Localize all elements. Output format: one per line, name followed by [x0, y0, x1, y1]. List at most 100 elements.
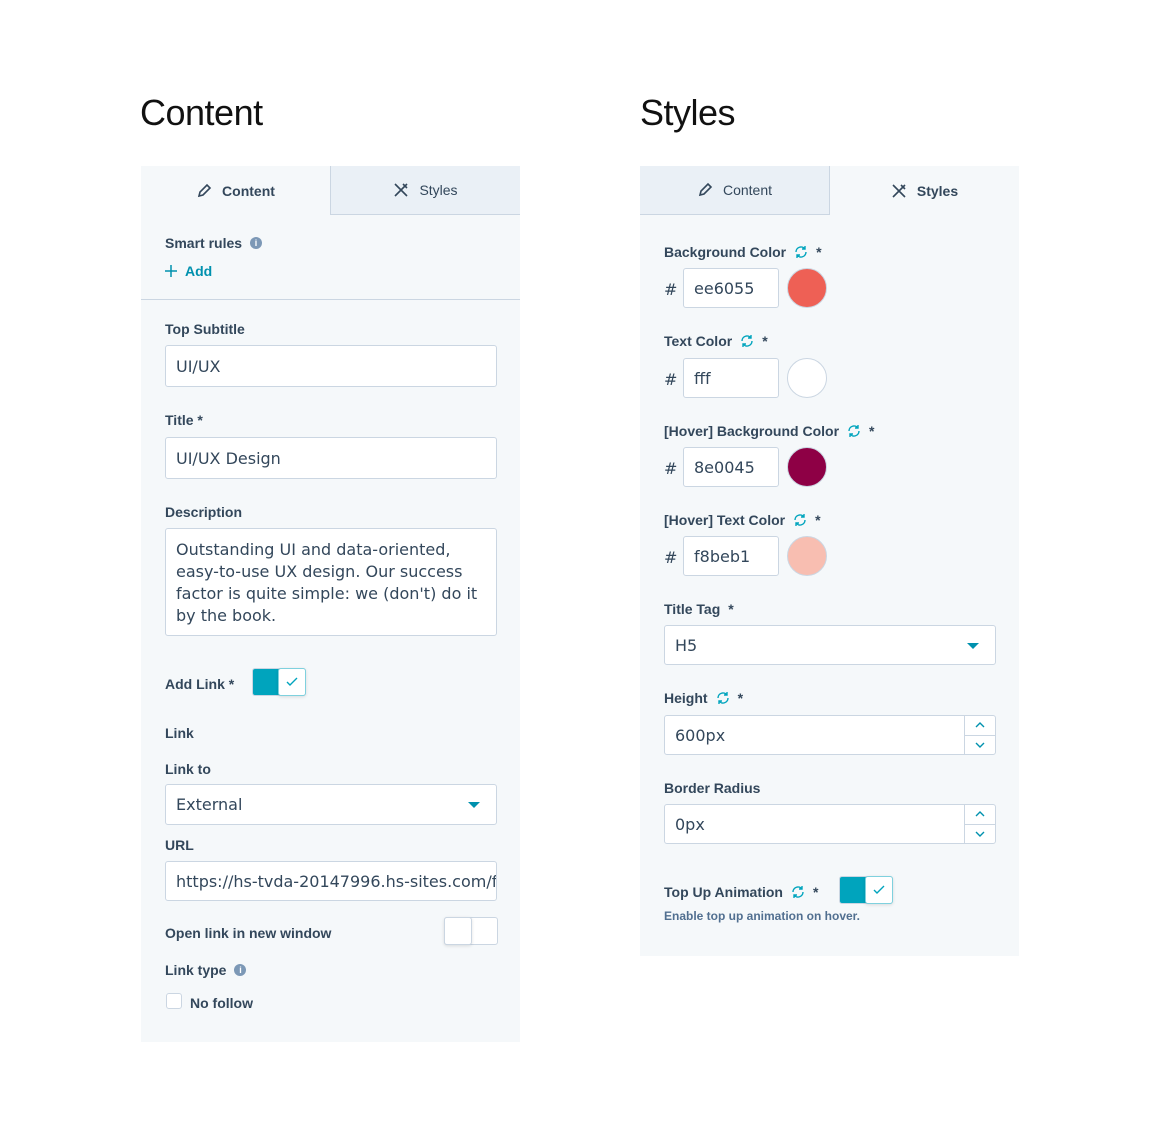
- link-to-select[interactable]: External: [165, 784, 497, 825]
- background-color-swatch[interactable]: [787, 268, 827, 308]
- title-label: Title *: [165, 412, 203, 428]
- toggle-knob: [865, 876, 893, 904]
- hover-background-color-text: [Hover] Background Color: [664, 423, 840, 439]
- content-heading: Content: [140, 92, 263, 133]
- text-color-input[interactable]: fff: [683, 358, 779, 398]
- tab-styles-label: Styles: [916, 182, 959, 199]
- tab-content-label: Content: [222, 182, 275, 199]
- pencil-icon: [197, 183, 212, 197]
- required-mark: *: [728, 601, 734, 617]
- top-up-animation-text: Top Up Animation: [664, 884, 783, 900]
- check-icon: [286, 677, 298, 686]
- title-tag-value: H5: [675, 635, 698, 655]
- open-new-window-label: Open link in new window: [165, 925, 332, 941]
- tab-styles[interactable]: Styles: [330, 166, 520, 215]
- hover-background-color-input[interactable]: 8e0045: [683, 447, 779, 487]
- title-input[interactable]: UI/UX Design: [165, 437, 497, 479]
- height-label: Height *: [664, 690, 743, 706]
- styles-panel: Content Styles Background Color * # ee60…: [640, 166, 1019, 956]
- styles-heading: Styles: [640, 92, 736, 133]
- chevron-down-icon[interactable]: [965, 736, 995, 755]
- add-link-label: Add Link *: [165, 676, 235, 692]
- text-color-label: Text Color *: [664, 333, 768, 349]
- chevron-up-icon[interactable]: [965, 716, 995, 736]
- tab-bar: Content Styles: [141, 166, 520, 215]
- hash-prefix: #: [664, 548, 678, 567]
- add-smart-rule-button[interactable]: Add: [165, 263, 212, 279]
- sync-icon[interactable]: [794, 245, 808, 259]
- open-new-window-toggle[interactable]: [444, 917, 498, 945]
- required-mark: *: [762, 333, 768, 349]
- add-label: Add: [185, 263, 213, 279]
- info-icon[interactable]: i: [250, 237, 263, 249]
- pencil-icon: [698, 182, 713, 197]
- caret-down-icon: [967, 643, 979, 649]
- title-tag-select[interactable]: H5: [664, 625, 996, 665]
- hover-text-color-label: [Hover] Text Color *: [664, 512, 821, 528]
- add-link-toggle[interactable]: [252, 668, 306, 696]
- link-type-text: Link type: [165, 962, 227, 978]
- chevron-up-icon[interactable]: [965, 805, 995, 825]
- top-up-animation-help: Enable top up animation on hover.: [664, 909, 861, 923]
- hover-text-color-swatch[interactable]: [787, 536, 827, 576]
- description-label: Description: [165, 504, 243, 520]
- hover-background-color-swatch[interactable]: [787, 447, 827, 487]
- tab-styles[interactable]: Styles: [830, 166, 1019, 215]
- url-label: URL: [165, 837, 194, 853]
- required-mark: *: [816, 244, 822, 260]
- background-color-input[interactable]: ee6055: [683, 268, 779, 308]
- smart-rules-text: Smart rules: [165, 235, 243, 251]
- text-color-swatch[interactable]: [787, 358, 827, 398]
- description-textarea[interactable]: Outstanding UI and data-oriented, easy-t…: [165, 528, 497, 636]
- hash-prefix: #: [664, 459, 678, 478]
- url-input[interactable]: https://hs-tvda-20147996.hs-sites.com/fl: [165, 861, 497, 901]
- required-mark: *: [737, 690, 744, 706]
- height-value: 600px: [675, 725, 726, 745]
- plus-icon: [165, 265, 177, 277]
- info-icon[interactable]: i: [234, 964, 247, 976]
- top-up-animation-label: Top Up Animation *: [664, 884, 818, 900]
- top-up-animation-toggle[interactable]: [839, 876, 893, 904]
- tab-styles-label: Styles: [419, 182, 458, 198]
- top-subtitle-input[interactable]: UI/UX: [165, 345, 497, 387]
- border-radius-label: Border Radius: [664, 780, 761, 796]
- height-text: Height: [664, 690, 708, 706]
- hash-prefix: #: [664, 370, 678, 389]
- tab-bar: Content Styles: [640, 166, 1019, 215]
- background-color-label: Background Color *: [664, 244, 822, 260]
- smart-rules-label: Smart rules i: [165, 235, 263, 251]
- sync-icon[interactable]: [793, 513, 807, 527]
- text-color-text: Text Color: [664, 333, 733, 349]
- border-radius-input[interactable]: 0px: [664, 804, 996, 844]
- height-input[interactable]: 600px: [664, 715, 996, 755]
- sync-icon[interactable]: [740, 334, 754, 348]
- brush-icon: [394, 183, 409, 197]
- link-section-label: Link: [165, 725, 194, 741]
- tab-content[interactable]: Content: [640, 166, 830, 215]
- toggle-knob: [444, 917, 472, 945]
- content-panel: Content Styles Smart rules i Add Top Sub…: [141, 166, 520, 1042]
- link-to-value: External: [176, 795, 243, 814]
- hover-text-color-input[interactable]: f8beb1: [683, 536, 779, 576]
- no-follow-label: No follow: [190, 995, 253, 1011]
- hover-text-color-text: [Hover] Text Color: [664, 512, 786, 528]
- no-follow-checkbox[interactable]: [166, 993, 182, 1009]
- required-mark: *: [812, 884, 819, 900]
- tab-content-label: Content: [722, 182, 773, 198]
- tab-content[interactable]: Content: [141, 166, 330, 215]
- border-radius-stepper[interactable]: [964, 805, 995, 843]
- border-radius-value: 0px: [675, 814, 705, 834]
- required-mark: *: [815, 512, 821, 528]
- top-subtitle-label: Top Subtitle: [165, 321, 245, 337]
- toggle-knob: [278, 668, 306, 696]
- caret-down-icon: [468, 802, 480, 808]
- sync-icon[interactable]: [791, 885, 805, 899]
- brush-icon: [892, 183, 906, 198]
- check-icon: [873, 885, 885, 894]
- link-type-label: Link type i: [165, 962, 247, 978]
- sync-icon[interactable]: [847, 424, 861, 438]
- height-stepper[interactable]: [964, 716, 995, 754]
- toggle-fill: [253, 669, 279, 695]
- sync-icon[interactable]: [716, 691, 730, 705]
- chevron-down-icon[interactable]: [965, 825, 995, 844]
